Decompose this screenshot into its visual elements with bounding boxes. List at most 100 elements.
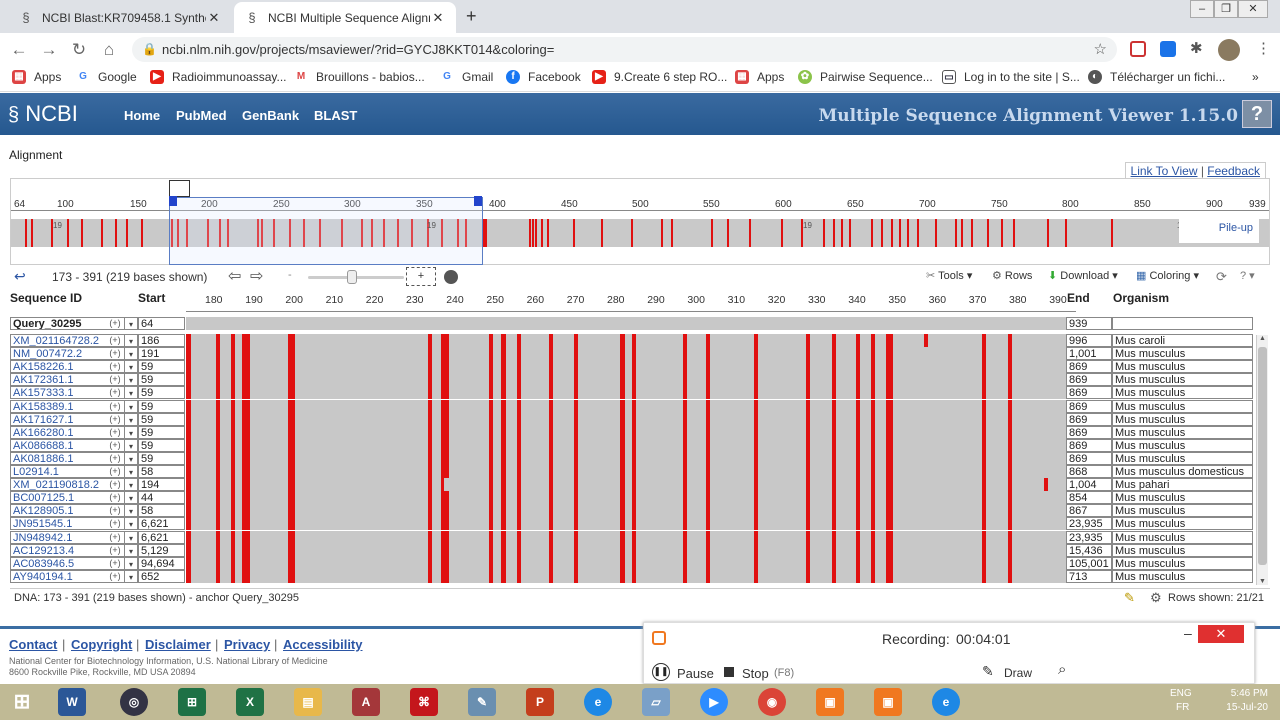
close-icon[interactable]: ✕ — [430, 10, 446, 26]
row-menu-icon[interactable]: ▾ — [124, 373, 138, 387]
magic-wand-icon[interactable]: ✎ — [1124, 590, 1135, 606]
nav-pubmed[interactable]: PubMed — [176, 108, 227, 123]
table-row[interactable]: AK158226.1 (+) ▾ 59 869 Mus musculus — [10, 360, 1270, 374]
table-row[interactable]: AC129213.4 (+) ▾ 5,129 15,436 Mus musculus — [10, 543, 1270, 557]
table-row[interactable]: AK157333.1 (+) ▾ 59 869 Mus musculus — [10, 386, 1270, 400]
paint-icon[interactable]: ✎ — [468, 688, 496, 716]
row-menu-icon[interactable]: ▾ — [124, 425, 138, 439]
feedback-link[interactable]: Feedback — [1207, 164, 1260, 178]
right-handle-icon[interactable] — [474, 196, 482, 206]
reload-icon[interactable]: ↻ — [68, 39, 90, 61]
sequence-bar[interactable] — [186, 556, 1066, 570]
footer-disclaimer[interactable]: Disclaimer — [145, 637, 211, 652]
close-icon[interactable]: ✕ — [206, 10, 222, 26]
coloring-menu[interactable]: ▦ Coloring ▾ — [1136, 269, 1199, 282]
sequence-bar[interactable] — [186, 412, 1066, 426]
sequence-bar[interactable] — [186, 425, 1066, 439]
table-row[interactable]: AK172361.1 (+) ▾ 59 869 Mus musculus — [10, 373, 1270, 387]
taskbar-clock[interactable]: 5:46 PM 15-Jul-20 — [1226, 687, 1268, 715]
sequence-bar[interactable] — [186, 451, 1066, 465]
access-icon[interactable]: A — [352, 688, 380, 716]
row-menu-icon[interactable]: ▾ — [124, 334, 138, 347]
puzzle-icon[interactable]: ✱ — [1190, 39, 1203, 57]
row-menu-icon[interactable]: ▾ — [124, 517, 138, 531]
col-start[interactable]: Start — [138, 291, 165, 305]
row-menu-icon[interactable]: ▾ — [124, 360, 138, 374]
scroll-up-icon[interactable]: ▲ — [1259, 335, 1266, 342]
sequence-bar[interactable] — [186, 465, 1066, 478]
bookmark-facebook[interactable]: f Facebook — [506, 70, 581, 84]
pause-button[interactable]: Pause — [677, 666, 714, 681]
edge-icon[interactable]: e — [932, 688, 960, 716]
table-row[interactable]: JN948942.1 (+) ▾ 6,621 23,935 Mus musculus — [10, 530, 1270, 544]
powerpoint-icon[interactable]: P — [526, 688, 554, 716]
forward-icon[interactable]: → — [38, 39, 60, 61]
table-row[interactable]: AC083946.5 (+) ▾ 94,694 105,001 Mus musculus — [10, 556, 1270, 570]
minimize-recorder-button[interactable]: – — [1184, 625, 1192, 641]
word-icon[interactable]: W — [58, 688, 86, 716]
table-row[interactable]: AK086688.1 (+) ▾ 59 869 Mus musculus — [10, 438, 1270, 452]
row-menu-icon[interactable]: ▾ — [124, 543, 138, 557]
app-icon[interactable]: ▱ — [642, 688, 670, 716]
help-button[interactable]: ? — [1242, 100, 1272, 128]
nav-blast[interactable]: BLAST — [314, 108, 357, 123]
col-end[interactable]: End — [1067, 291, 1090, 305]
rows-menu[interactable]: ⚙ Rows — [992, 269, 1032, 282]
more-bookmarks-icon[interactable]: » — [1252, 70, 1259, 84]
pdf-icon[interactable]: ⌘ — [410, 688, 438, 716]
back-icon[interactable]: ← — [8, 39, 30, 61]
sequence-bar[interactable] — [186, 386, 1066, 400]
alignment-overview[interactable]: 64 100 150 200 250 300 350 400 450 500 550 600 650 70… — [10, 178, 1270, 265]
pause-icon[interactable]: ❚❚ — [652, 663, 670, 681]
row-menu-icon[interactable]: ▾ — [124, 478, 138, 492]
avatar[interactable] — [1218, 39, 1240, 61]
bookmark-apps-2[interactable]: ▦ Apps — [735, 70, 784, 84]
tab-msaviewer[interactable]: § NCBI Multiple Sequence Alignme ✕ — [234, 2, 456, 33]
spreadsheet-icon[interactable]: ⊞ — [178, 688, 206, 716]
stop-button[interactable]: Stop — [742, 666, 769, 681]
scroll-left-icon[interactable]: ⇦ — [228, 266, 241, 286]
row-menu-icon[interactable]: ▾ — [124, 569, 138, 583]
restore-button[interactable]: ❐ — [1214, 0, 1238, 18]
star-icon[interactable]: ☆ — [1094, 37, 1107, 62]
row-menu-icon[interactable]: ▾ — [124, 530, 138, 544]
recorder-app-icon[interactable]: ▣ — [816, 688, 844, 716]
draw-button[interactable]: Draw — [1004, 666, 1032, 680]
windows-start-icon[interactable]: ⊞ — [8, 688, 36, 716]
row-menu-icon[interactable]: ▾ — [124, 465, 138, 478]
zoom-out-button[interactable]: - — [288, 269, 292, 281]
bookmark-gmail[interactable]: G Gmail — [440, 70, 493, 84]
app-circle-icon[interactable]: ◎ — [120, 688, 148, 716]
zoom-slider-knob[interactable] — [347, 270, 357, 284]
table-row[interactable]: AK158389.1 (+) ▾ 59 869 Mus musculus — [10, 399, 1270, 413]
tools-menu[interactable]: ✂ Tools ▾ — [926, 269, 972, 282]
url-input[interactable]: 🔒 ncbi.nlm.nih.gov/projects/msaviewer/?r… — [132, 37, 1117, 62]
table-row[interactable]: AK171627.1 (+) ▾ 59 869 Mus musculus — [10, 412, 1270, 426]
bookmark-apps[interactable]: ▦ Apps — [12, 70, 61, 84]
vertical-scrollbar[interactable]: ▲ ▼ — [1256, 335, 1268, 585]
table-row[interactable]: AK081886.1 (+) ▾ 59 869 Mus musculus — [10, 451, 1270, 465]
footer-accessibility[interactable]: Accessibility — [283, 637, 363, 652]
scroll-thumb[interactable] — [1258, 347, 1267, 565]
sequence-bar[interactable] — [186, 517, 1066, 531]
table-row[interactable]: JN951545.1 (+) ▾ 6,621 23,935 Mus musculus — [10, 517, 1270, 531]
home-icon[interactable]: ⌂ — [98, 39, 120, 61]
sequence-bar[interactable] — [186, 530, 1066, 544]
pileup-label[interactable]: Pile-up — [1179, 219, 1259, 243]
row-menu-icon[interactable]: ▾ — [124, 556, 138, 570]
sequence-bar[interactable] — [186, 399, 1066, 413]
bookmark-telecharger[interactable]: ◐ Télécharger un fichi... — [1088, 70, 1225, 84]
row-menu-icon[interactable]: ▾ — [124, 412, 138, 426]
search-extension-icon[interactable] — [1160, 41, 1176, 57]
file-explorer-icon[interactable]: ▤ — [294, 688, 322, 716]
zoom-sequence-icon[interactable] — [444, 270, 458, 284]
sequence-bar[interactable] — [186, 438, 1066, 452]
query-row[interactable]: Query_30295 (+) ▾ 64 939 — [10, 317, 1270, 331]
help-menu[interactable]: ? ▾ — [1240, 269, 1255, 282]
scroll-right-icon[interactable]: ⇨ — [250, 266, 263, 286]
footer-privacy[interactable]: Privacy — [224, 637, 270, 652]
menu-icon[interactable]: ⋮ — [1256, 39, 1271, 57]
bookmark-brouillons[interactable]: M Brouillons - babios... — [294, 70, 425, 84]
sequence-bar[interactable] — [186, 334, 1066, 347]
close-window-button[interactable]: ✕ — [1238, 0, 1268, 18]
